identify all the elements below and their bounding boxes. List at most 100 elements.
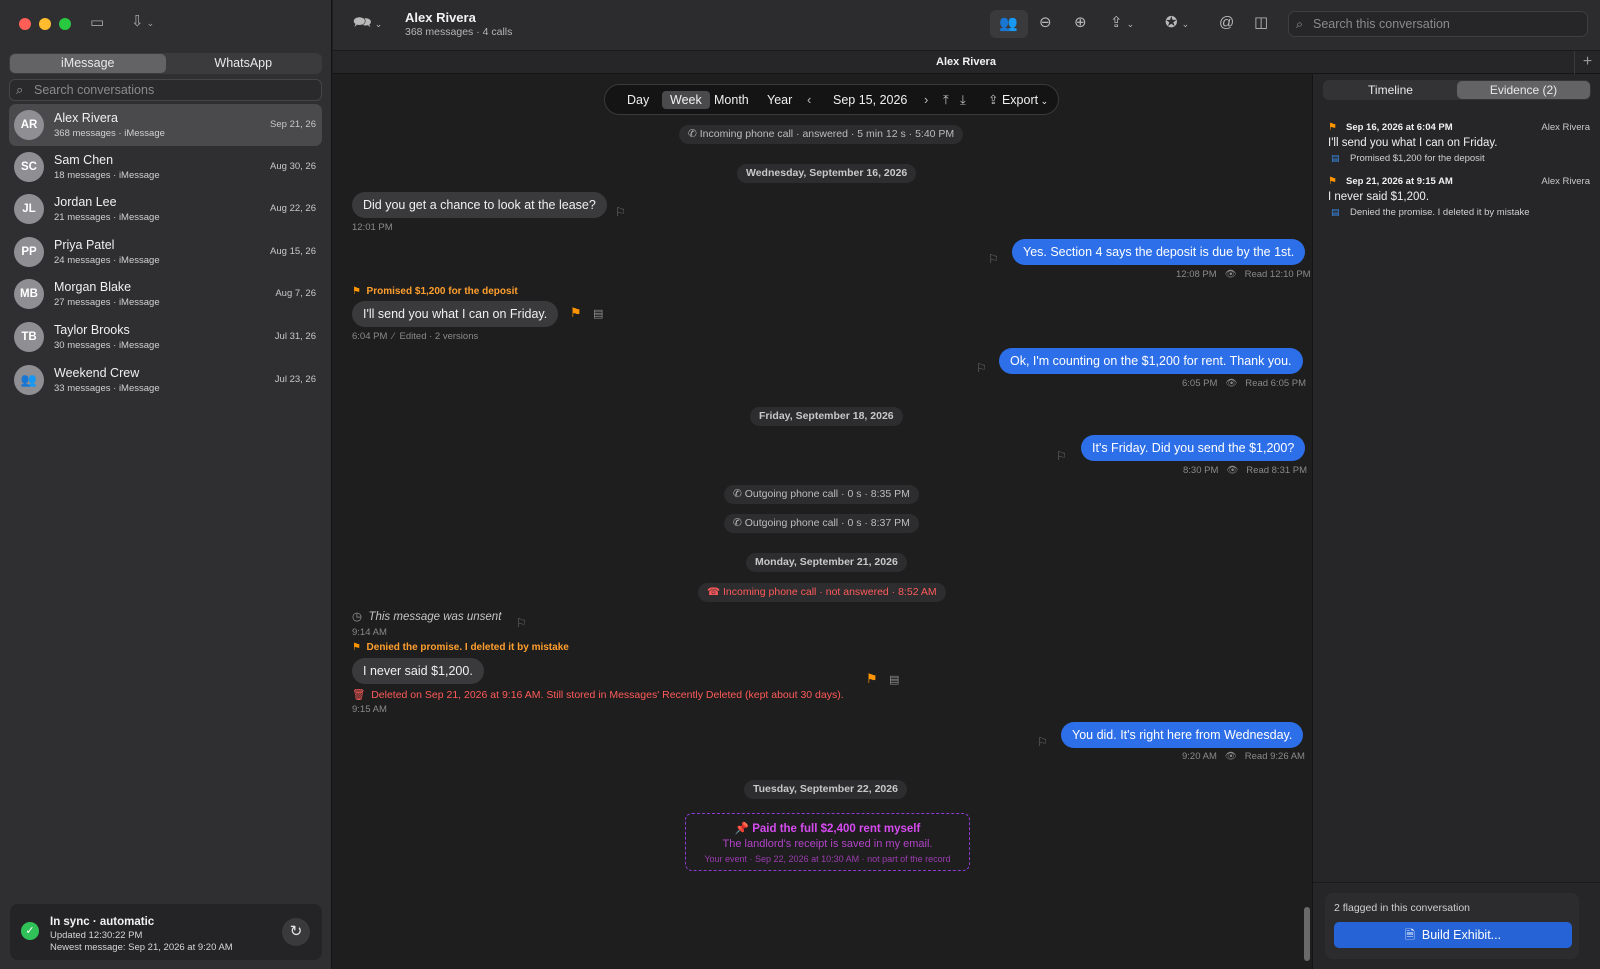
people-icon: 👥 <box>999 15 1018 32</box>
incoming-message[interactable]: I'll send you what I can on Friday. <box>352 301 559 327</box>
conversation-item[interactable]: JL Jordan Lee 21 messages · iMessage Aug… <box>9 188 322 230</box>
edited-label[interactable]: Edited · 2 versions <box>400 331 479 342</box>
jump-bottom-icon[interactable]: ⤓ <box>960 92 966 108</box>
minimize-window-button[interactable] <box>39 18 51 30</box>
conversation-item[interactable]: MB Morgan Blake 27 messages · iMessage A… <box>9 273 322 315</box>
tab-whatsapp[interactable]: WhatsApp <box>166 54 322 73</box>
refresh-button[interactable]: ↻ <box>282 918 310 946</box>
message-meta: 8:30 PM 👁 Read 8:31 PM <box>1183 465 1307 476</box>
tab-timeline[interactable]: Timeline <box>1324 81 1457 99</box>
conversation-subtitle: 27 messages · iMessage <box>54 297 160 308</box>
outgoing-message[interactable]: It's Friday. Did you send the $1,200? <box>1081 435 1306 461</box>
export-label: Export <box>1001 93 1039 107</box>
unsent-message: ◷ This message was unsent <box>352 609 501 623</box>
user-event-card[interactable]: 📌 Paid the full $2,400 rent myself The l… <box>685 813 970 871</box>
close-window-button[interactable] <box>19 18 31 30</box>
range-year-button[interactable]: Year <box>759 91 800 109</box>
conversation-subtitle: 368 messages · 4 calls <box>405 26 513 38</box>
day-separator: Friday, September 18, 2026 <box>750 407 903 426</box>
note-icon[interactable]: ▤ <box>889 673 899 687</box>
chat-transcript[interactable]: Day Week Month Year ‹ Sep 15, 2026 › ⤒ ⤓… <box>333 74 1312 969</box>
flag-outline-icon[interactable]: ⚐ <box>976 361 987 375</box>
flag-filled-icon[interactable]: ⚑ <box>866 672 878 686</box>
refresh-icon: ↻ <box>289 923 303 940</box>
flag-outline-icon[interactable]: ⚐ <box>1056 449 1067 463</box>
conversation-search-input[interactable]: ⌕ Search conversations <box>9 79 322 101</box>
deleted-notice: 🗑 Deleted on Sep 21, 2026 at 9:16 AM. St… <box>352 688 844 701</box>
flag-outline-icon[interactable]: ⚐ <box>988 252 999 266</box>
conversation-item[interactable]: SC Sam Chen 18 messages · iMessage Aug 3… <box>9 146 322 188</box>
sync-status-panel: ✓ In sync · automatic Updated 12:30:22 P… <box>10 904 322 960</box>
source-segmented-control: iMessage WhatsApp <box>9 53 322 74</box>
conversation-date: Aug 22, 26 <box>270 203 316 214</box>
conversation-date: Aug 30, 26 <box>270 161 316 172</box>
call-text: Outgoing phone call · 0 s · 8:37 PM <box>744 517 910 529</box>
tab-evidence[interactable]: Evidence (2) <box>1457 81 1590 99</box>
zoom-window-button[interactable] <box>59 18 71 30</box>
chat-bubbles-icon[interactable]: 🗪 ⌄ <box>353 15 382 32</box>
flag-outline-icon[interactable]: ⚐ <box>1037 735 1048 749</box>
evidence-message: I'll send you what I can on Friday. <box>1328 137 1498 149</box>
outgoing-message[interactable]: Yes. Section 4 says the deposit is due b… <box>1012 239 1306 265</box>
conversation-item[interactable]: 👥 Weekend Crew 33 messages · iMessage Ju… <box>9 359 322 401</box>
inspector-panel: Timeline Evidence (2) ⚑ Sep 16, 2026 at … <box>1312 74 1600 969</box>
build-exhibit-button[interactable]: 🗎 Build Exhibit... <box>1334 922 1572 948</box>
sidebar: ▭ ⇩ ⌄ iMessage WhatsApp ⌕ Search conversa… <box>0 0 332 969</box>
evidence-item[interactable]: ⚑ Sep 21, 2026 at 9:15 AM Alex Rivera I … <box>1328 176 1590 222</box>
phone-icon: ✆ <box>733 517 745 529</box>
flag-outline-icon[interactable]: ⚐ <box>516 616 527 630</box>
evidence-item[interactable]: ⚑ Sep 16, 2026 at 6:04 PM Alex Rivera I'… <box>1328 122 1590 168</box>
conversation-item[interactable]: AR Alex Rivera 368 messages · iMessage S… <box>9 104 322 146</box>
conversation-search-field[interactable]: ⌕ Search this conversation <box>1288 11 1588 37</box>
outgoing-message[interactable]: You did. It's right here from Wednesday. <box>1061 722 1304 748</box>
chevron-right-icon[interactable]: › <box>924 92 928 108</box>
day-separator: Tuesday, September 22, 2026 <box>744 780 907 799</box>
range-day-button[interactable]: Day <box>619 91 657 109</box>
import-menu-icon[interactable]: ⇩ ⌄ <box>131 14 154 31</box>
note-icon[interactable]: ▤ <box>593 307 603 321</box>
call-event: ✆ Incoming phone call · answered · 5 min… <box>679 125 964 144</box>
flag-outline-icon[interactable]: ⚐ <box>615 205 626 219</box>
message-meta: 12:08 PM 👁 Read 12:10 PM <box>1176 269 1311 280</box>
conversation-item[interactable]: PP Priya Patel 24 messages · iMessage Au… <box>9 231 322 273</box>
verify-badge-icon[interactable]: ✪ ⌄ <box>1165 15 1189 32</box>
outgoing-message[interactable]: Ok, I'm counting on the $1,200 for rent.… <box>999 348 1303 374</box>
range-week-button[interactable]: Week <box>662 91 710 109</box>
mention-icon[interactable]: @ <box>1219 15 1234 31</box>
call-text: Outgoing phone call · 0 s · 8:35 PM <box>744 488 910 500</box>
share-icon[interactable]: ⇪ ⌄ <box>1110 15 1134 32</box>
incoming-message[interactable]: Did you get a chance to look at the leas… <box>352 192 607 218</box>
new-tab-button[interactable]: + <box>1574 51 1600 75</box>
conversation-subtitle: 30 messages · iMessage <box>54 340 160 351</box>
participants-button[interactable]: 👥 <box>990 10 1028 38</box>
conversation-name: Weekend Crew <box>54 366 140 380</box>
annotation-text: Promised $1,200 for the deposit <box>366 286 518 297</box>
message-meta: 6:05 PM 👁 Read 6:05 PM <box>1182 378 1306 389</box>
evidence-sender: Alex Rivera <box>1541 176 1590 187</box>
jump-top-icon[interactable]: ⤒ <box>943 92 949 108</box>
conversation-item[interactable]: TB Taylor Brooks 30 messages · iMessage … <box>9 316 322 358</box>
conversation-date: Aug 15, 26 <box>270 246 316 257</box>
chevron-left-icon[interactable]: ‹ <box>807 92 811 108</box>
conversation-date: Jul 23, 26 <box>274 374 316 385</box>
message-meta: 9:20 AM 👁 Read 9:26 AM <box>1182 751 1305 762</box>
message-time: 9:15 AM <box>352 704 387 715</box>
zoom-out-icon[interactable]: ⊖ <box>1039 15 1052 31</box>
phone-icon: ✆ <box>733 488 745 500</box>
inspector-toggle-icon[interactable]: ◫ <box>1254 15 1268 31</box>
conversation-name: Sam Chen <box>54 153 114 167</box>
sidebar-toggle-icon[interactable]: ▭ <box>90 15 104 31</box>
flag-filled-icon[interactable]: ⚑ <box>570 306 582 320</box>
conversation-subtitle: 21 messages · iMessage <box>54 212 160 223</box>
deleted-text: Deleted on Sep 21, 2026 at 9:16 AM. Stil… <box>371 689 844 701</box>
range-month-button[interactable]: Month <box>706 91 757 109</box>
scrollbar-thumb[interactable] <box>1304 907 1310 961</box>
tab-imessage[interactable]: iMessage <box>10 54 166 73</box>
incoming-message[interactable]: I never said $1,200. <box>352 658 484 684</box>
export-button[interactable]: ⇪ Export ⌄ <box>980 91 1056 109</box>
inspector-footer: 2 flagged in this conversation 🗎 Build E… <box>1313 882 1600 969</box>
message-time: 12:01 PM <box>352 222 393 233</box>
call-text: Incoming phone call · not answered · 8:5… <box>723 586 937 598</box>
tab-alex-rivera[interactable]: Alex Rivera <box>333 56 1599 68</box>
zoom-in-icon[interactable]: ⊕ <box>1074 15 1087 31</box>
